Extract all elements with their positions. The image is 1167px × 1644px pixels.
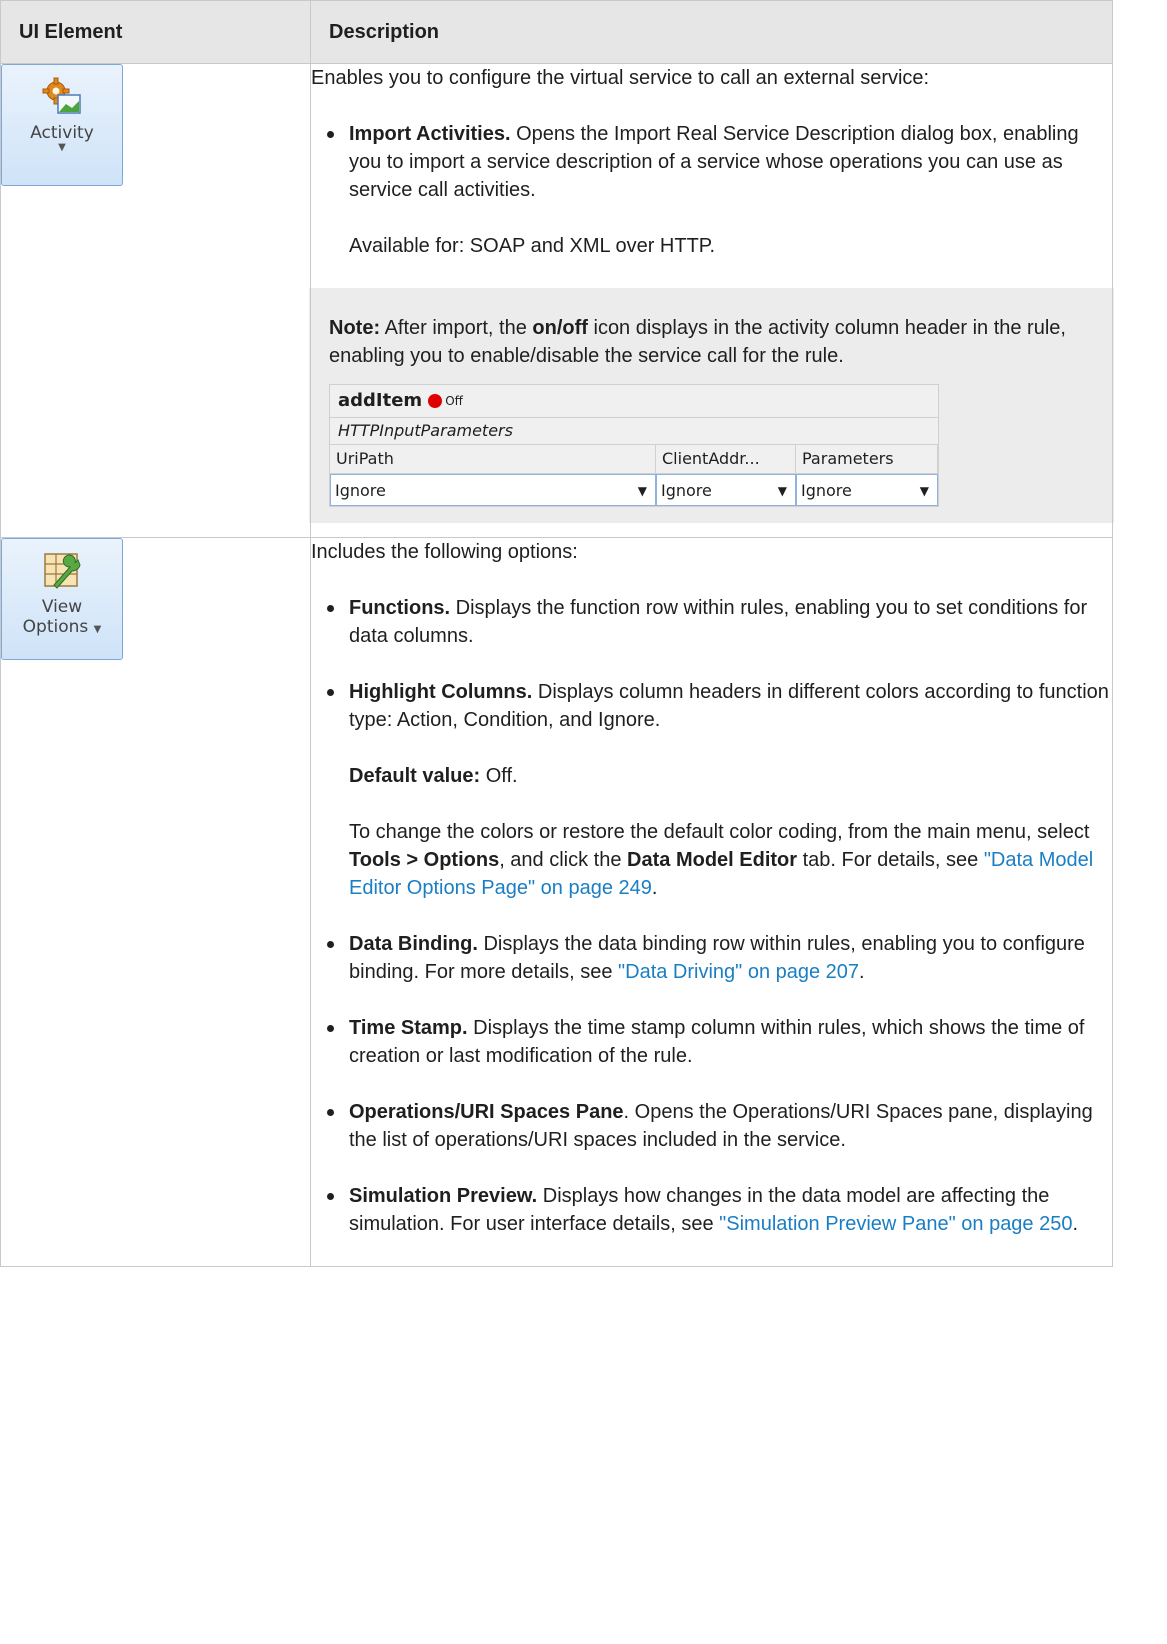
table-row: View Options ▼ Includes the following opt… [0,537,1113,1267]
chevron-down-icon: ▼ [58,142,66,153]
data-driving-link[interactable]: "Data Driving" on page 207 [618,961,859,983]
uripath-select[interactable]: Ignore ▼ [330,474,656,506]
select-value: Ignore [801,481,852,500]
select-value: Ignore [661,481,712,500]
activity-button[interactable]: Activity ▼ [1,64,123,186]
simulation-preview-link[interactable]: "Simulation Preview Pane" on page 250 [719,1213,1072,1235]
grid-subtitle: HTTPInputParameters [330,418,938,445]
dropdown-arrow-icon: ▼ [919,484,929,498]
ui-element-table: UI Element Description Activity ▼ Enable… [0,0,1114,1267]
view-options-label: View Options ▼ [23,597,102,637]
header-ui-element: UI Element [0,0,311,64]
activity-intro: Enables you to configure the virtual ser… [311,67,930,89]
note-text-part: After import, the [380,317,533,339]
default-value-text: Default value: Off. [311,762,1112,790]
option-title: Simulation Preview. [349,1185,538,1207]
label-line: Options [22,617,89,637]
view-options-wrench-icon [44,553,81,589]
list-item: Import Activities. Opens the Import Real… [311,120,1112,204]
note-box: Note: After import, the on/off icon disp… [309,288,1114,523]
header-description: Description [310,0,1113,64]
menu-path: Tools > Options [349,849,500,871]
activity-options-list: Import Activities. Opens the Import Real… [311,120,1112,204]
option-title: Highlight Columns. [349,681,533,703]
note-text: Note: After import, the on/off icon disp… [329,314,1094,370]
grid-column-header: UriPath [330,445,656,473]
grid-status: Off [445,394,463,408]
tab-name: Data Model Editor [627,849,798,871]
ui-element-cell: View Options ▼ [0,537,311,1267]
grid-column-header: Parameters [796,445,938,473]
note-label: Note: [329,317,381,339]
table-row: Activity ▼ Enables you to configure the … [0,63,1114,538]
colors-text: To change the colors or restore the defa… [311,818,1112,902]
grid-values: Ignore ▼ Ignore ▼ Ignore ▼ [330,473,938,506]
option-title: Time Stamp. [349,1017,468,1039]
grid-header: addItem Off [330,385,938,418]
view-options-list-continued: Data Binding. Displays the data binding … [311,930,1112,1238]
ui-element-cell: Activity ▼ [0,63,311,538]
gear-image-icon [42,77,81,114]
default-label: Default value: [349,765,481,787]
text-part: . [651,877,658,899]
select-value: Ignore [335,481,386,500]
grid-title: addItem [338,390,423,411]
grid-column-header: ClientAddr... [656,445,796,473]
text-part: . [1072,1213,1079,1235]
option-title: Operations/URI Spaces Pane [349,1101,624,1123]
list-item: Functions. Displays the function row wit… [311,594,1112,650]
view-options-button[interactable]: View Options ▼ [1,538,123,660]
status-dot-icon [428,394,443,408]
default-value: Off. [480,765,518,787]
activity-button-label: Activity [30,123,94,143]
list-item: Operations/URI Spaces Pane. Opens the Op… [311,1098,1112,1154]
view-options-list: Functions. Displays the function row wit… [311,594,1112,734]
option-text: Displays the function row within rules, … [349,597,1088,647]
text-part: To change the colors or restore the defa… [349,821,1090,843]
available-for-text: Available for: SOAP and XML over HTTP. [349,235,716,257]
text-part: , and click the [499,849,628,871]
dropdown-arrow-icon: ▼ [777,484,787,498]
table-header-row: UI Element Description [0,0,1113,64]
description-cell: Includes the following options: Function… [310,537,1113,1267]
option-title: Import Activities. [349,123,511,145]
option-title: Data Binding. [349,933,478,955]
dropdown-arrow-icon: ▼ [637,484,647,498]
note-onoff: on/off [532,317,588,339]
clientaddr-select[interactable]: Ignore ▼ [656,474,796,506]
label-line: View [41,597,83,617]
view-options-intro: Includes the following options: [311,541,578,563]
rule-grid-screenshot: addItem Off HTTPInputParameters UriPath … [329,384,939,507]
chevron-down-icon: ▼ [93,624,102,635]
list-item: Data Binding. Displays the data binding … [311,930,1112,986]
list-item: Highlight Columns. Displays column heade… [311,678,1112,734]
parameters-select[interactable]: Ignore ▼ [796,474,938,506]
list-item: Simulation Preview. Displays how changes… [311,1182,1112,1238]
list-item: Time Stamp. Displays the time stamp colu… [311,1014,1112,1070]
description-cell: Enables you to configure the virtual ser… [309,63,1114,538]
text-part: tab. For details, see [797,849,984,871]
option-title: Functions. [349,597,451,619]
text-part: . [859,961,865,983]
grid-columns: UriPath ClientAddr... Parameters [330,445,938,473]
